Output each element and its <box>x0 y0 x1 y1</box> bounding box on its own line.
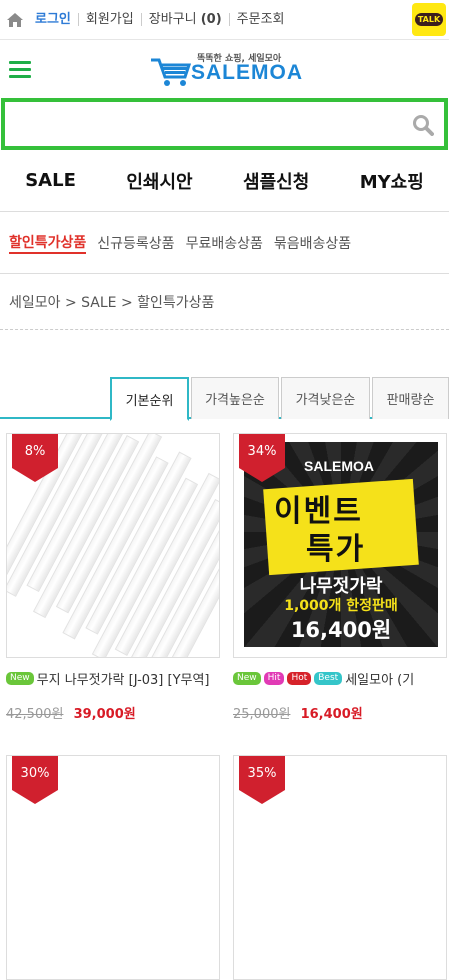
logo[interactable]: 똑똑한 쇼핑, 세일모아 SALEMOA <box>149 51 304 91</box>
header: 똑똑한 쇼핑, 세일모아 SALEMOA <box>0 40 449 98</box>
cart-logo-icon <box>151 58 191 86</box>
nav-print-proof[interactable]: 인쇄시안 <box>126 168 192 194</box>
cart-count: (0) <box>200 12 222 27</box>
banner-price: 16,400원 <box>290 618 392 642</box>
subnav-new[interactable]: 신규등록상품 <box>97 233 174 253</box>
discount-badge: 34% <box>239 434 285 482</box>
main-nav: SALE 인쇄시안 샘플신청 MY쇼핑 <box>0 150 449 212</box>
cart-label: 장바구니 <box>148 12 197 27</box>
subnav-free-shipping[interactable]: 무료배송상품 <box>186 233 263 253</box>
sub-nav: 할인특가상품 신규등록상품 무료배송상품 묶음배송상품 <box>0 212 449 274</box>
discount-badge: 35% <box>239 756 285 804</box>
home-icon[interactable] <box>2 0 28 40</box>
kakao-talk-button[interactable]: TALK <box>412 3 446 36</box>
banner-limit: 1,000개 한정판매 <box>284 598 398 614</box>
product-name-row: New Hit Hot Best 세일모아 (기 <box>233 669 447 688</box>
banner-brand: SALEMOA <box>304 458 374 474</box>
original-price: 25,000원 <box>233 707 291 722</box>
product-name[interactable]: 무지 나무젓가락 [J-03] [Y무역] <box>37 669 210 688</box>
search-box <box>1 98 448 150</box>
tag-hit: Hit <box>263 672 285 685</box>
sale-price: 39,000원 <box>73 707 136 722</box>
tab-price-low[interactable]: 가격낮은순 <box>281 377 370 419</box>
tab-sales[interactable]: 판매량순 <box>372 377 449 419</box>
sort-tabs: 기본순위 가격높은순 가격낮은순 판매량순 <box>0 377 449 421</box>
search-icon[interactable] <box>412 114 434 136</box>
product-name-row: New 무지 나무젓가락 [J-03] [Y무역] <box>6 669 220 688</box>
top-nav: 로그인 회원가입 장바구니 (0) 주문조회 <box>28 13 292 26</box>
price-row: 25,000원 16,400원 <box>233 703 363 722</box>
nav-my-shopping[interactable]: MY쇼핑 <box>360 168 424 194</box>
tag-hot: Hot <box>287 672 312 685</box>
tab-price-high[interactable]: 가격높은순 <box>191 377 279 419</box>
subnav-bundle-shipping[interactable]: 묶음배송상품 <box>274 233 351 253</box>
order-lookup-link[interactable]: 주문조회 <box>230 13 292 26</box>
product-image[interactable]: 35% <box>233 755 447 980</box>
signup-link[interactable]: 회원가입 <box>79 13 142 26</box>
subnav-discount[interactable]: 할인특가상품 <box>9 232 87 254</box>
product-image[interactable]: 30% <box>6 755 220 980</box>
menu-icon[interactable] <box>9 61 31 78</box>
breadcrumb: 세일모아 > SALE > 할인특가상품 <box>0 274 449 330</box>
original-price: 42,500원 <box>6 707 64 722</box>
nav-sample-request[interactable]: 샘플신청 <box>243 168 309 194</box>
login-link[interactable]: 로그인 <box>28 13 79 26</box>
product-image[interactable]: SALEMOA 이벤트 특가 나무젓가락 1,000개 한정판매 16,400원… <box>233 433 447 658</box>
banner-headline-2: 특가 <box>306 532 366 567</box>
discount-badge: 8% <box>12 434 58 482</box>
nav-sale[interactable]: SALE <box>25 170 76 191</box>
talk-label: TALK <box>414 13 444 26</box>
product-image[interactable]: 8% <box>6 433 220 658</box>
product-name[interactable]: 세일모아 (기 <box>345 669 414 688</box>
logo-text: SALEMOA <box>191 61 303 84</box>
tag-new: New <box>233 672 261 685</box>
top-bar: 로그인 회원가입 장바구니 (0) 주문조회 TALK <box>0 0 449 40</box>
tag-new: New <box>6 672 34 685</box>
search-input[interactable] <box>5 102 444 146</box>
tab-default-rank[interactable]: 기본순위 <box>110 377 189 421</box>
cart-link[interactable]: 장바구니 (0) <box>142 13 230 26</box>
price-row: 42,500원 39,000원 <box>6 703 136 722</box>
discount-badge: 30% <box>12 756 58 804</box>
tag-best: Best <box>314 672 343 685</box>
sale-price: 16,400원 <box>300 707 363 722</box>
